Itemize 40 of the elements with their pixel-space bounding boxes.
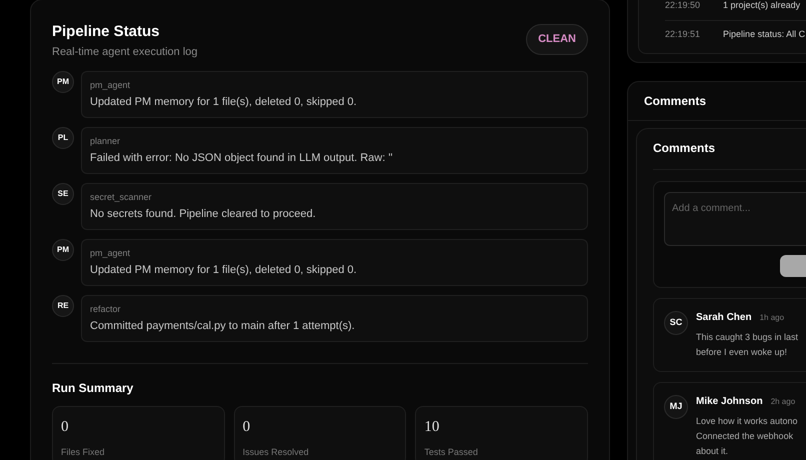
stat-value: 10 [424, 418, 440, 436]
comment-time: 1h ago [760, 312, 784, 324]
log-time: 22:19:51 [665, 28, 700, 40]
panel-title: Comments [628, 82, 806, 121]
comment-time: 2h ago [770, 396, 796, 408]
card-title: Pipeline Status [52, 22, 161, 42]
agent-avatar: SE [52, 182, 74, 204]
log-time: 22:19:50 [665, 0, 700, 12]
comment-text: Love how it works autono Connected the webhook about it. [696, 415, 799, 458]
log-text: 1 project(s) already [723, 0, 800, 12]
section-title: Run Summary [52, 380, 134, 396]
agent-name: secret_scanner [90, 190, 153, 202]
log-text: Pipeline status: All C [723, 28, 806, 41]
log-message: Committed payments/cal.py to main after 1 attempt(s). [90, 318, 356, 332]
log-message: Updated PM memory for 1 file(s), deleted 0, skipped 0. [90, 94, 358, 108]
agent-avatar: PL [52, 126, 74, 148]
stat-value: 0 [242, 418, 252, 436]
user-avatar: MJ [664, 395, 688, 419]
agent-avatar: PM [52, 238, 74, 260]
comment-text: This caught 3 bugs in last before I even woke up! [696, 331, 800, 359]
card-title: Comments [653, 139, 806, 170]
comment-author: Mike Johnson [696, 395, 763, 409]
log-message: Updated PM memory for 1 file(s), deleted 0, skipped 0. [90, 262, 358, 276]
agent-name: refactor [90, 302, 122, 314]
comment-author: Sarah Chen [696, 311, 752, 325]
stat-label: Tests Passed [424, 446, 479, 458]
status-badge: CLEAN [526, 24, 588, 54]
card-subtitle: Real-time agent execution log [52, 45, 198, 60]
user-avatar: SC [664, 311, 688, 335]
agent-avatar: RE [52, 294, 74, 316]
log-message: Failed with error: No JSON object found in LLM output. Raw: '' [90, 150, 394, 164]
stat-value: 0 [61, 418, 70, 436]
agent-name: planner [90, 134, 122, 146]
agent-name: pm_agent [90, 78, 132, 90]
agent-avatar: PM [52, 70, 74, 92]
comment-field[interactable]: Add a comment... [664, 192, 806, 246]
log-message: No secrets found. Pipeline cleared to proceed. [90, 206, 317, 220]
agent-name: pm_agent [90, 246, 132, 258]
stat-label: Files Fixed [61, 446, 106, 458]
stat-label: Issues Resolved [242, 446, 310, 458]
